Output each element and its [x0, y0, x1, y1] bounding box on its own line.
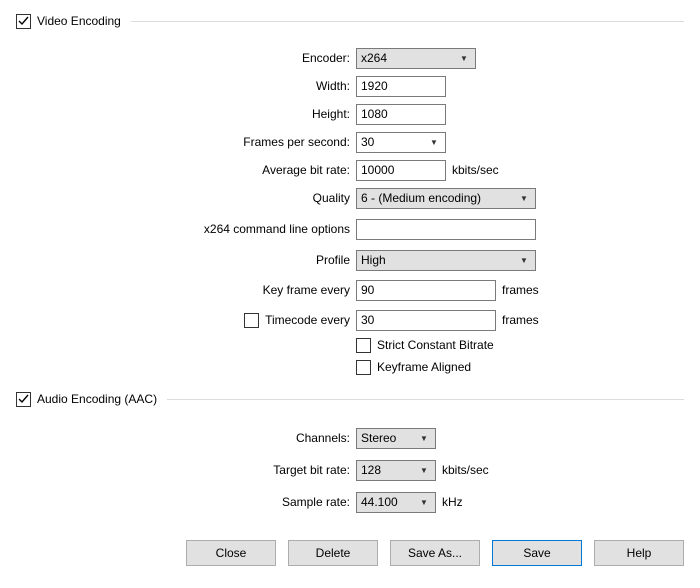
cmdline-label: x264 command line options	[204, 222, 350, 236]
keyframe-aligned-label: Keyframe Aligned	[377, 360, 471, 374]
chevron-down-icon: ▼	[417, 466, 431, 475]
strict-cbr-label: Strict Constant Bitrate	[377, 338, 494, 352]
audio-encoding-group: Audio Encoding (AAC) Channels: Stereo ▼ …	[16, 390, 684, 518]
timecode-unit: frames	[502, 313, 539, 327]
timecode-checkbox[interactable]	[244, 313, 259, 328]
video-encoding-label: Video Encoding	[37, 14, 121, 28]
audio-encoding-label: Audio Encoding (AAC)	[37, 392, 157, 406]
fps-dropdown[interactable]: 30 ▼	[356, 132, 446, 153]
keyframe-unit: frames	[502, 283, 539, 297]
profile-dropdown[interactable]: High ▼	[356, 250, 536, 271]
save-button[interactable]: Save	[492, 540, 582, 566]
timecode-input[interactable]	[356, 310, 496, 331]
width-label: Width:	[316, 79, 350, 93]
target-bitrate-label: Target bit rate:	[273, 463, 350, 477]
save-as-button[interactable]: Save As...	[390, 540, 480, 566]
encoder-dropdown[interactable]: x264 ▼	[356, 48, 476, 69]
target-bitrate-unit: kbits/sec	[442, 463, 489, 477]
chevron-down-icon: ▼	[457, 54, 471, 63]
chevron-down-icon: ▼	[427, 138, 441, 147]
encoder-label: Encoder:	[302, 51, 350, 65]
avg-bitrate-unit: kbits/sec	[452, 163, 499, 177]
strict-cbr-checkbox[interactable]	[356, 338, 371, 353]
cmdline-input[interactable]	[356, 219, 536, 240]
button-bar: Close Delete Save As... Save Help	[0, 530, 700, 580]
chevron-down-icon: ▼	[417, 434, 431, 443]
target-bitrate-dropdown[interactable]: 128 ▼	[356, 460, 436, 481]
quality-dropdown[interactable]: 6 - (Medium encoding) ▼	[356, 188, 536, 209]
audio-encoding-checkbox[interactable]	[16, 392, 31, 407]
keyframe-label: Key frame every	[263, 283, 350, 297]
chevron-down-icon: ▼	[517, 256, 531, 265]
chevron-down-icon: ▼	[417, 498, 431, 507]
sample-rate-unit: kHz	[442, 495, 463, 509]
divider	[131, 21, 684, 22]
chevron-down-icon: ▼	[517, 194, 531, 203]
height-input[interactable]	[356, 104, 446, 125]
keyframe-input[interactable]	[356, 280, 496, 301]
avg-bitrate-label: Average bit rate:	[262, 163, 350, 177]
video-encoding-checkbox[interactable]	[16, 14, 31, 29]
delete-button[interactable]: Delete	[288, 540, 378, 566]
sample-rate-label: Sample rate:	[282, 495, 350, 509]
height-label: Height:	[312, 107, 350, 121]
keyframe-aligned-checkbox[interactable]	[356, 360, 371, 375]
channels-dropdown[interactable]: Stereo ▼	[356, 428, 436, 449]
width-input[interactable]	[356, 76, 446, 97]
channels-label: Channels:	[296, 431, 350, 445]
quality-label: Quality	[313, 191, 350, 205]
sample-rate-dropdown[interactable]: 44.100 ▼	[356, 492, 436, 513]
fps-label: Frames per second:	[243, 135, 350, 149]
video-encoding-group: Video Encoding Encoder: x264 ▼ Width: He…	[16, 12, 684, 378]
timecode-label: Timecode every	[265, 313, 350, 327]
avg-bitrate-input[interactable]	[356, 160, 446, 181]
divider	[167, 399, 684, 400]
help-button[interactable]: Help	[594, 540, 684, 566]
profile-label: Profile	[316, 253, 350, 267]
close-button[interactable]: Close	[186, 540, 276, 566]
